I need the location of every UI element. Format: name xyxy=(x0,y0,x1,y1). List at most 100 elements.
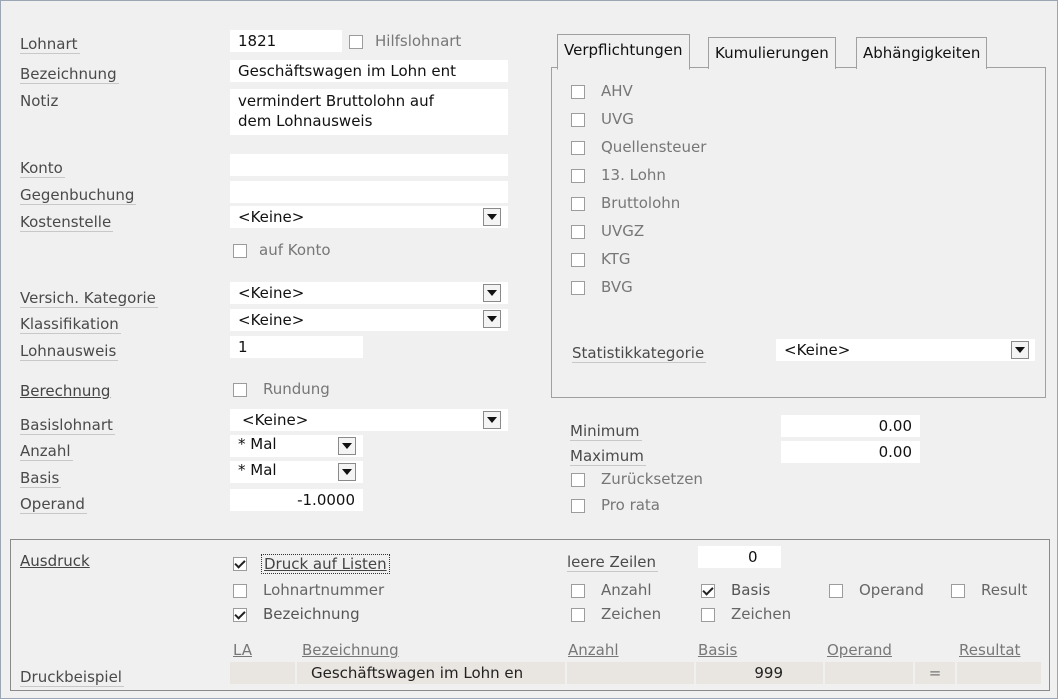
gegenbuchung-input[interactable] xyxy=(230,181,508,203)
maximum-input[interactable]: 0.00 xyxy=(781,441,920,463)
hilfslohnart-label: Hilfslohnart xyxy=(375,32,462,50)
lohnartnummer-checkbox[interactable] xyxy=(233,584,247,598)
basislohnart-label: Basislohnart xyxy=(20,416,115,435)
notiz-textarea[interactable]: vermindert Bruttolohn auf dem Lohnauswei… xyxy=(230,89,508,135)
bezeichnung-print-label: Bezeichnung xyxy=(263,605,360,623)
statistikkategorie-label: Statistikkategorie xyxy=(572,344,707,363)
uvgz-checkbox[interactable] xyxy=(571,225,585,239)
uvg-label: UVG xyxy=(601,110,634,128)
beispiel-resultat-cell xyxy=(957,662,1041,684)
statistikkategorie-select[interactable]: <Keine> xyxy=(776,339,1035,361)
bruttolohn-label: Bruttolohn xyxy=(601,194,681,212)
ktg-label: KTG xyxy=(601,250,631,268)
beispiel-equals-cell: = xyxy=(915,662,955,684)
tab-verpflichtungen[interactable]: Verpflichtungen xyxy=(557,34,690,70)
anzahl-dropdown-icon[interactable] xyxy=(338,437,356,455)
ausdruck-link[interactable]: Ausdruck xyxy=(20,552,90,570)
basis-zeichen-checkbox[interactable] xyxy=(701,608,715,622)
tab-kumulierungen[interactable]: Kumulierungen xyxy=(708,37,836,69)
kostenstelle-label: Kostenstelle xyxy=(20,213,114,232)
ahv-checkbox[interactable] xyxy=(571,85,585,99)
rundung-label: Rundung xyxy=(263,380,330,398)
uvg-checkbox[interactable] xyxy=(571,113,585,127)
beispiel-bezeichnung-cell: Geschäftswagen im Lohn en xyxy=(297,662,565,684)
pro-rata-checkbox[interactable] xyxy=(571,499,585,513)
lohnartnummer-label: Lohnartnummer xyxy=(263,581,385,599)
pro-rata-label: Pro rata xyxy=(601,496,660,514)
zuruecksetzen-checkbox[interactable] xyxy=(571,473,585,487)
druckbeispiel-label: Druckbeispiel xyxy=(20,668,124,687)
lohnausweis-input[interactable]: 1 xyxy=(230,336,363,358)
header-la: LA xyxy=(233,641,252,659)
druck-auf-listen-checkbox[interactable] xyxy=(233,557,247,571)
header-anzahl: Anzahl xyxy=(568,641,619,659)
statistikkategorie-dropdown-icon[interactable] xyxy=(1011,341,1029,359)
leere-zeilen-input[interactable]: 0 xyxy=(698,546,781,568)
beispiel-la-cell xyxy=(230,662,295,684)
beispiel-anzahl-cell xyxy=(567,662,694,684)
minimum-label: Minimum xyxy=(570,422,642,441)
beispiel-basis-cell: 999 xyxy=(696,662,823,684)
kostenstelle-select[interactable]: <Keine> xyxy=(230,206,508,228)
basislohnart-dropdown-icon[interactable] xyxy=(483,411,501,429)
tab-abhaengigkeiten[interactable]: Abhängigkeiten xyxy=(856,37,988,69)
bezeichnung-input[interactable]: Geschäftswagen im Lohn ent xyxy=(230,60,508,82)
ahv-label: AHV xyxy=(601,82,633,100)
basis-print-label: Basis xyxy=(731,581,771,599)
header-operand: Operand xyxy=(827,641,892,659)
berechnung-link[interactable]: Berechnung xyxy=(20,382,112,400)
basislohnart-select[interactable]: <Keine> xyxy=(230,409,508,431)
anzahl-zeichen-label: Zeichen xyxy=(601,605,662,623)
basis-dropdown-icon[interactable] xyxy=(338,463,356,481)
operand-input[interactable]: -1.0000 xyxy=(230,489,363,511)
anzahl-label: Anzahl xyxy=(20,442,73,461)
lohnausweis-label: Lohnausweis xyxy=(20,342,119,361)
gegenbuchung-label: Gegenbuchung xyxy=(20,186,137,205)
beispiel-operand-cell xyxy=(825,662,913,684)
result-print-checkbox[interactable] xyxy=(951,584,965,598)
bruttolohn-checkbox[interactable] xyxy=(571,197,585,211)
notiz-line-2: dem Lohnausweis xyxy=(238,112,373,130)
operand-print-checkbox[interactable] xyxy=(829,584,843,598)
druck-auf-listen-label: Druck auf Listen xyxy=(261,554,390,574)
notiz-line-1: vermindert Bruttolohn auf xyxy=(238,92,434,110)
header-bezeichnung: Bezeichnung xyxy=(302,641,399,659)
auf-konto-label: auf Konto xyxy=(259,241,331,259)
header-basis: Basis xyxy=(698,641,738,659)
leere-zeilen-label: leere Zeilen xyxy=(567,553,659,572)
konto-input[interactable] xyxy=(230,154,508,176)
lohnart-input[interactable]: 1821 xyxy=(230,30,342,52)
zuruecksetzen-label: Zurücksetzen xyxy=(601,470,703,488)
result-print-label: Result xyxy=(981,581,1028,599)
versich-kategorie-label: Versich. Kategorie xyxy=(20,289,158,308)
versich-kategorie-dropdown-icon[interactable] xyxy=(483,284,501,302)
klassifikation-dropdown-icon[interactable] xyxy=(483,310,501,328)
quellensteuer-label: Quellensteuer xyxy=(601,138,707,156)
klassifikation-label: Klassifikation xyxy=(20,315,121,334)
bezeichnung-label: Bezeichnung xyxy=(20,65,119,84)
dreizehnter-lohn-checkbox[interactable] xyxy=(571,169,585,183)
rundung-checkbox[interactable] xyxy=(233,383,247,397)
bvg-label: BVG xyxy=(601,278,633,296)
konto-label: Konto xyxy=(20,159,65,178)
basis-print-checkbox[interactable] xyxy=(701,584,715,598)
versich-kategorie-select[interactable]: <Keine> xyxy=(230,282,508,304)
hilfslohnart-checkbox[interactable] xyxy=(349,35,363,49)
anzahl-print-checkbox[interactable] xyxy=(571,584,585,598)
minimum-input[interactable]: 0.00 xyxy=(781,415,920,437)
auf-konto-checkbox[interactable] xyxy=(233,244,247,258)
kostenstelle-dropdown-icon[interactable] xyxy=(483,208,501,226)
anzahl-print-label: Anzahl xyxy=(601,581,652,599)
header-resultat: Resultat xyxy=(959,641,1021,659)
basis-label: Basis xyxy=(20,469,62,488)
anzahl-zeichen-checkbox[interactable] xyxy=(571,608,585,622)
bvg-checkbox[interactable] xyxy=(571,281,585,295)
quellensteuer-checkbox[interactable] xyxy=(571,141,585,155)
basis-zeichen-label: Zeichen xyxy=(731,605,792,623)
lohnart-form: Lohnart 1821 Hilfslohnart Bezeichnung Ge… xyxy=(0,0,1058,699)
maximum-label: Maximum xyxy=(570,447,646,466)
ktg-checkbox[interactable] xyxy=(571,253,585,267)
operand-print-label: Operand xyxy=(859,581,924,599)
klassifikation-select[interactable]: <Keine> xyxy=(230,309,508,331)
bezeichnung-checkbox[interactable] xyxy=(233,608,247,622)
